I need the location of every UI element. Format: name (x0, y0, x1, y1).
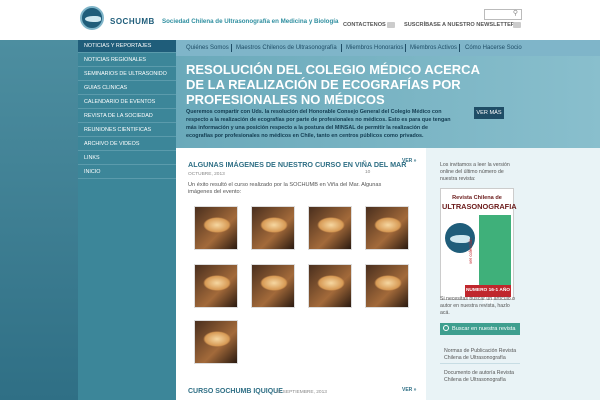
gallery-photo[interactable] (194, 264, 238, 308)
top-nav: Quiénes Somos Maestros Chilenos de Ultra… (176, 40, 600, 56)
sidebar-item-noticias[interactable]: NOTICIAS Y REPORTAJES (78, 40, 176, 53)
search-icon[interactable]: ⚲ (511, 9, 520, 18)
sidebar-item-seminarios[interactable]: SEMINARIOS DE ULTRASONIDO (78, 68, 176, 81)
newsletter-link[interactable]: SUSCRÍBASE A NUESTRO NEWSLETTER (404, 22, 515, 28)
sidebar-item-revista[interactable]: REVISTA DE LA SOCIEDAD (78, 110, 176, 123)
gallery-photo[interactable] (194, 320, 238, 364)
sidebar-item-videos[interactable]: ARCHIVO DE VIDEOS (78, 138, 176, 151)
search-magazine-label: Buscar en nuestra revista (452, 326, 516, 332)
documento-autoria-link[interactable]: Documento de autoría Revista Chilena de … (444, 370, 522, 384)
ver-link[interactable]: VER » (402, 158, 416, 164)
main-content: ALGUNAS IMÁGENES DE NUESTRO CURSO EN VIÑ… (176, 148, 426, 400)
nav-separator (341, 44, 342, 52)
gallery-photo[interactable] (365, 264, 409, 308)
gallery-photo[interactable] (251, 206, 295, 250)
right-sidebar: Los invitamos a leer la versión online d… (426, 148, 600, 400)
nav-quienes-somos[interactable]: Quiénes Somos (186, 40, 229, 56)
nav-separator (405, 44, 406, 52)
search-icon (443, 325, 449, 331)
nav-maestros[interactable]: Maestros Chilenos de Ultrasonografía (236, 40, 337, 56)
ver-link[interactable]: VER » (402, 387, 416, 393)
nav-separator (231, 44, 232, 52)
search-magazine-button[interactable]: Buscar en nuestra revista (440, 323, 520, 335)
post-body: Un éxito resultó el curso realizado por … (188, 182, 382, 195)
magazine-invite-text: Los invitamos a leer la versión online d… (440, 162, 510, 182)
sidebar-item-calendario[interactable]: CALENDARIO DE EVENTOS (78, 96, 176, 109)
divider (440, 363, 520, 364)
brand-tagline: Sociedad Chilena de Ultrasonografía en M… (162, 18, 339, 25)
top-bar: SOCHUMB Sociedad Chilena de Ultrasonogra… (0, 0, 600, 40)
nav-hacerse-socio[interactable]: Cómo Hacerse Socio (465, 40, 522, 56)
logo-dolphin-icon[interactable] (80, 6, 104, 30)
sidebar: NOTICIAS Y REPORTAJES NOTICIAS REGIONALE… (78, 40, 176, 400)
brand-name[interactable]: SOCHUMB (110, 17, 155, 26)
hero-banner: RESOLUCIÓN DEL COLEGIO MÉDICO ACERCA DE … (176, 56, 600, 148)
search-help-text: Si necesitas buscar un artículo o autor … (440, 296, 515, 316)
nav-miembros-honorarios[interactable]: Miembros Honorarios (346, 40, 403, 56)
mail-icon (513, 22, 521, 28)
gallery-photo[interactable] (308, 264, 352, 308)
nav-miembros-activos[interactable]: Miembros Activos (410, 40, 457, 56)
sidebar-item-links[interactable]: LINKS (78, 152, 176, 165)
banner-title[interactable]: RESOLUCIÓN DEL COLEGIO MÉDICO ACERCA DE … (186, 62, 486, 107)
left-background (0, 40, 78, 400)
cover-side-text: ver colección (468, 238, 473, 264)
post-date: OCTUBRE, 2013 (188, 172, 225, 177)
contact-link[interactable]: CONTACTENOS (343, 22, 386, 28)
banner-text: Queremos compartir con Uds. la resolució… (186, 109, 451, 139)
mail-icon (387, 22, 395, 28)
normas-publicacion-link[interactable]: Normas de Publicación Revista Chilena de… (444, 348, 522, 362)
gallery-photo[interactable] (194, 206, 238, 250)
cover-green-panel (479, 215, 511, 285)
post-date: 21 SEPTIEMBRE, 2013 (276, 390, 327, 395)
nav-separator (459, 44, 460, 52)
sidebar-item-regionales[interactable]: NOTICIAS REGIONALES (78, 54, 176, 67)
gallery-photo[interactable] (308, 206, 352, 250)
gallery-photo[interactable] (251, 264, 295, 308)
post-title[interactable]: ALGUNAS IMÁGENES DE NUESTRO CURSO EN VIÑ… (188, 160, 406, 169)
cover-top-text: Revista Chilena de (452, 195, 502, 201)
sidebar-item-guias[interactable]: GUIAS CLINICAS (78, 82, 176, 95)
cover-title: ULTRASONOGRAFIA (442, 202, 517, 211)
magazine-cover[interactable]: Revista Chilena de ULTRASONOGRAFIA ver c… (440, 188, 517, 305)
ver-mas-button[interactable]: VER MÁS (474, 107, 504, 119)
sidebar-item-reuniones[interactable]: REUNIONES CIENTIFICAS (78, 124, 176, 137)
post-date: 10 (365, 170, 371, 175)
gallery-photo[interactable] (365, 206, 409, 250)
sidebar-item-inicio[interactable]: INICIO (78, 166, 176, 179)
post-title[interactable]: CURSO SOCHUMB IQUIQUE (188, 388, 283, 395)
